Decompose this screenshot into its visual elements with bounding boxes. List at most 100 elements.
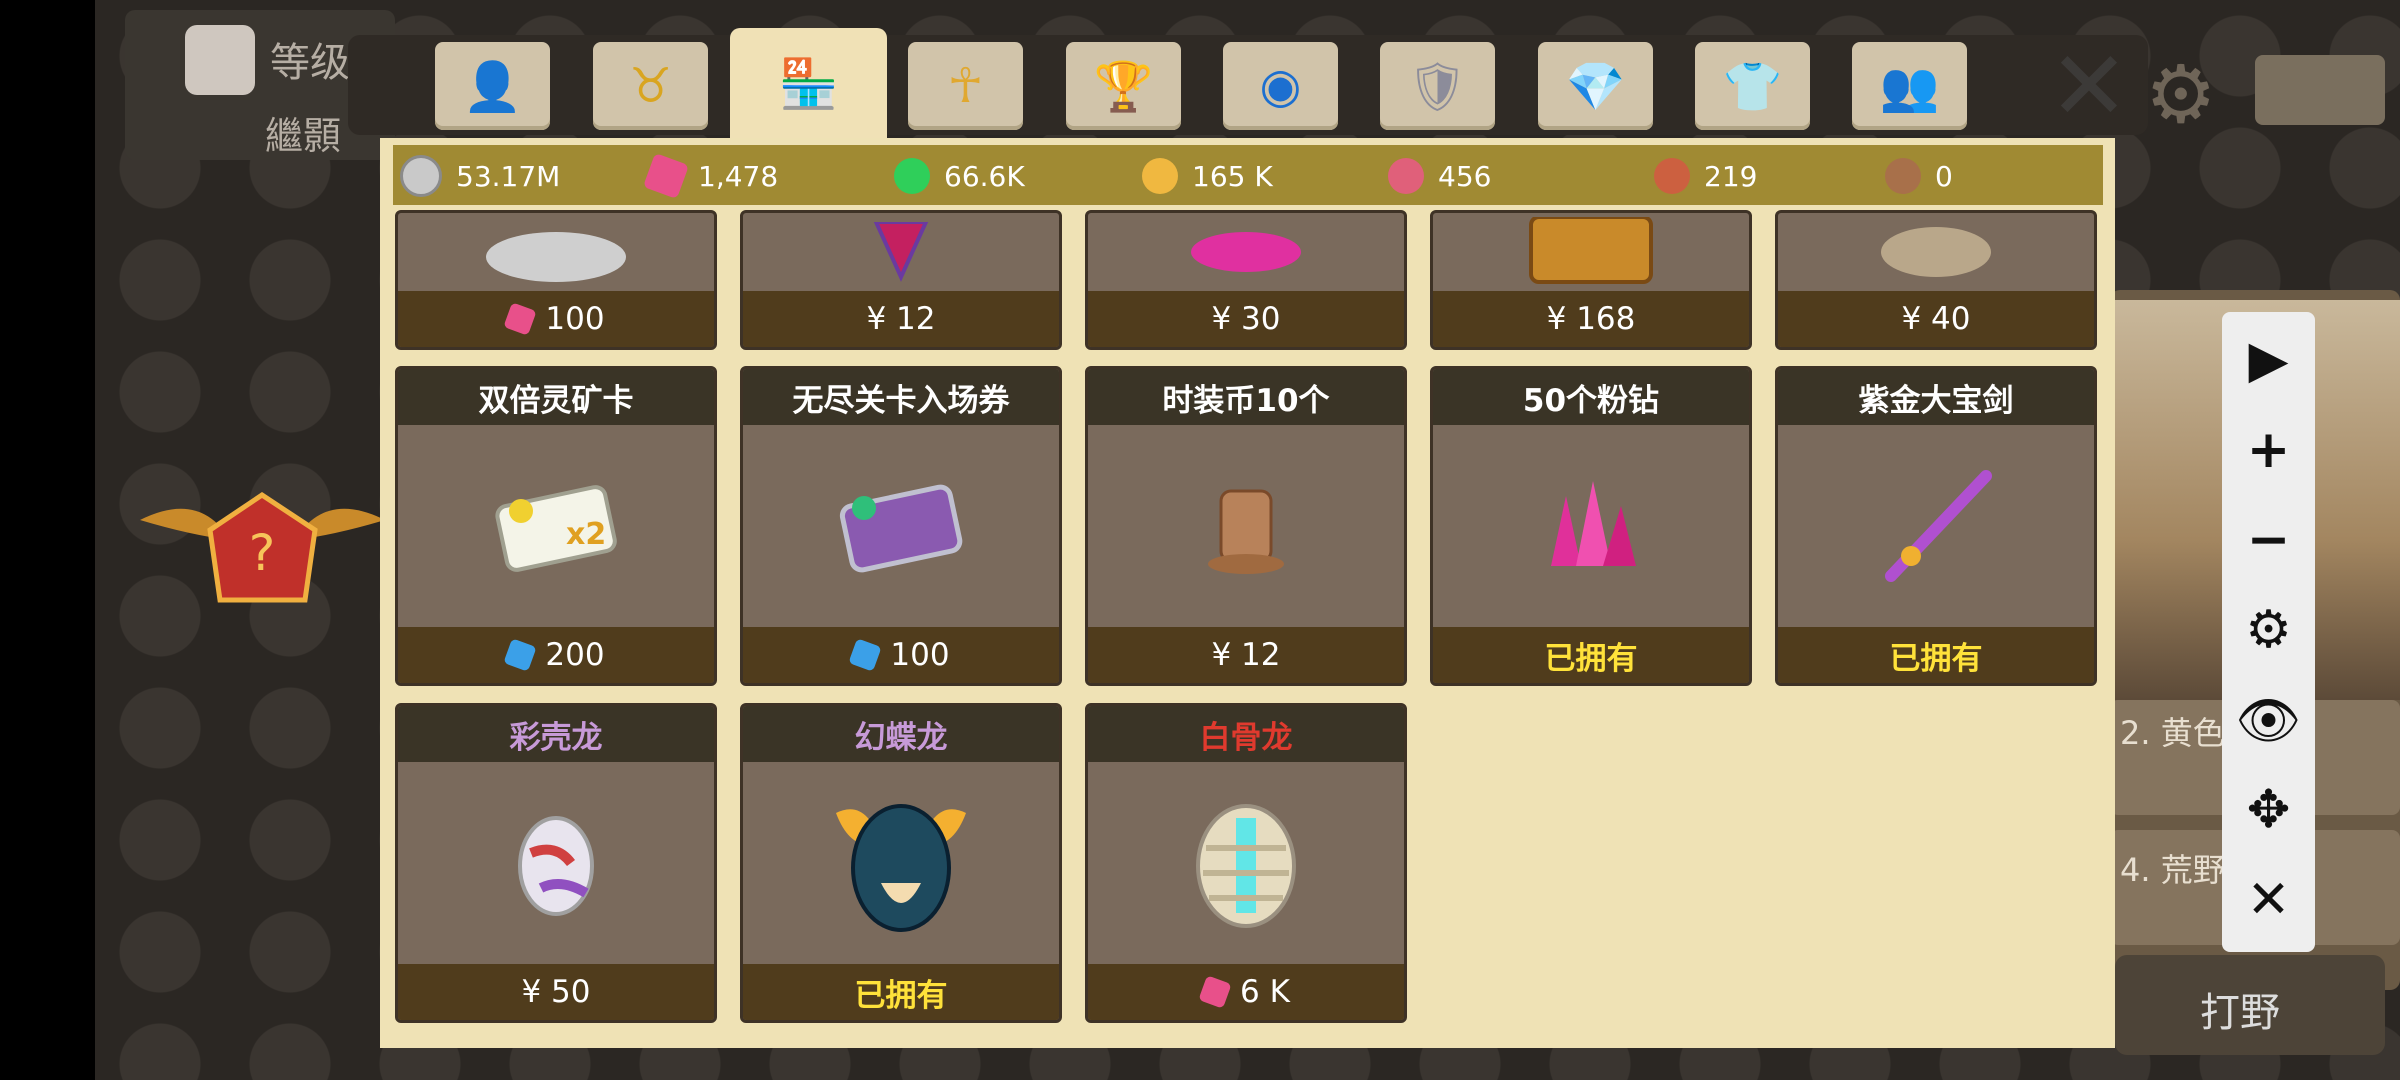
double-ticket-icon: x2 bbox=[398, 429, 714, 623]
visibility-button[interactable]: 👁 bbox=[2222, 675, 2315, 765]
silver-pile-icon bbox=[398, 213, 714, 291]
play-icon: ▶ bbox=[2248, 330, 2289, 390]
red-dragon-icon bbox=[1654, 158, 1690, 194]
entry-ticket-icon bbox=[743, 429, 1059, 623]
coin-stack-icon bbox=[1088, 429, 1404, 623]
close-overlay-button[interactable]: ✕ bbox=[2222, 855, 2315, 945]
person-icon: 👤 bbox=[462, 58, 523, 115]
tab-friends[interactable]: 👥 bbox=[1852, 42, 1967, 130]
currency-green-orb: 66.6K bbox=[894, 152, 1025, 200]
trophy-icon: 🏆 bbox=[1093, 58, 1154, 115]
pink-crystal-icon bbox=[1433, 429, 1749, 623]
item-price: ¥ 168 bbox=[1433, 291, 1749, 347]
item-price: 已拥有 bbox=[1778, 627, 2094, 683]
shirt-icon: 👕 bbox=[1722, 58, 1783, 115]
level-label: 等级 bbox=[270, 40, 350, 86]
svg-text:?: ? bbox=[249, 524, 276, 582]
bone-egg-icon bbox=[1088, 766, 1404, 960]
shop-item[interactable]: 100 bbox=[395, 210, 717, 350]
shop-item[interactable]: 彩壳龙 ¥ 50 bbox=[395, 703, 717, 1023]
dragon-head-icon: ♉ bbox=[628, 58, 673, 114]
close-button[interactable]: ✕ bbox=[2045, 30, 2133, 142]
item-price: 6 K bbox=[1088, 964, 1404, 1020]
zoom-out-button[interactable]: − bbox=[2222, 495, 2315, 585]
tab-shop[interactable]: 🏪 bbox=[730, 28, 887, 138]
eye-icon: 👁 bbox=[2235, 690, 2302, 751]
item-price: ¥ 12 bbox=[1088, 627, 1404, 683]
currency-pink-gem: 1,478 bbox=[642, 152, 778, 200]
ankh-icon: ☥ bbox=[947, 58, 984, 114]
pink-gem-icon bbox=[1198, 975, 1232, 1009]
item-price: ¥ 30 bbox=[1088, 291, 1404, 347]
item-price: 已拥有 bbox=[743, 964, 1059, 1020]
item-price: 已拥有 bbox=[1433, 627, 1749, 683]
silver-coin-icon bbox=[400, 155, 442, 197]
sword-icon bbox=[1778, 429, 2094, 623]
item-price: ¥ 50 bbox=[398, 964, 714, 1020]
shop-item[interactable]: 无尽关卡入场券 100 bbox=[740, 366, 1062, 686]
close-icon: ✕ bbox=[2246, 870, 2291, 930]
explore-button-label: 打野 bbox=[2200, 990, 2280, 1036]
tab-ankh[interactable]: ☥ bbox=[908, 42, 1023, 130]
svg-text:x2: x2 bbox=[566, 517, 606, 552]
tab-gem[interactable]: 💎 bbox=[1538, 42, 1653, 130]
green-orb-icon bbox=[894, 158, 930, 194]
item-title: 彩壳龙 bbox=[398, 706, 714, 762]
shop-item[interactable]: 时装币10个 ¥ 12 bbox=[1085, 366, 1407, 686]
shop-item[interactable]: ¥ 30 bbox=[1085, 210, 1407, 350]
item-title: 紫金大宝剑 bbox=[1778, 369, 2094, 425]
shop-item[interactable]: 紫金大宝剑 已拥有 bbox=[1775, 366, 2097, 686]
move-button[interactable]: ✥ bbox=[2222, 765, 2315, 855]
item-price: 200 bbox=[398, 627, 714, 683]
treasure-chest-icon bbox=[1433, 213, 1749, 291]
gold-dragon-icon bbox=[1142, 158, 1178, 194]
blue-gem-icon bbox=[848, 638, 883, 672]
item-title: 双倍灵矿卡 bbox=[398, 369, 714, 425]
tab-costume[interactable]: 👕 bbox=[1695, 42, 1810, 130]
shop-item[interactable]: 双倍灵矿卡 x2 200 bbox=[395, 366, 717, 686]
shop-item[interactable]: 白骨龙 6 K bbox=[1085, 703, 1407, 1023]
gear-icon: ⚙ bbox=[2245, 600, 2292, 660]
stage-card-label: 2. 黄色 bbox=[2120, 714, 2225, 752]
item-price: ¥ 40 bbox=[1778, 291, 2094, 347]
plus-icon: + bbox=[2246, 420, 2291, 480]
tab-dragon[interactable]: ♉ bbox=[593, 42, 708, 130]
shop-item[interactable]: ¥ 40 bbox=[1775, 210, 2097, 350]
item-title: 白骨龙 bbox=[1088, 706, 1404, 762]
armor-icon: 🛡 bbox=[1407, 58, 1468, 115]
shop-item[interactable]: 幻蝶龙 已拥有 bbox=[740, 703, 1062, 1023]
currency-red-dragon: 219 bbox=[1654, 152, 1757, 200]
player-name: 繼顥 bbox=[265, 114, 342, 158]
blue-gem-icon bbox=[503, 638, 538, 672]
currency-pink-dragon: 456 bbox=[1388, 152, 1491, 200]
tab-orb[interactable]: ◉ bbox=[1223, 42, 1338, 130]
winged-emblem-icon: ? bbox=[140, 491, 385, 603]
play-button[interactable]: ▶ bbox=[2222, 315, 2315, 405]
item-price: 100 bbox=[743, 627, 1059, 683]
shop-item[interactable]: ¥ 168 bbox=[1430, 210, 1752, 350]
pink-gem-icon bbox=[503, 302, 538, 336]
tab-profile[interactable]: 👤 bbox=[435, 42, 550, 130]
pink-dragon-icon bbox=[1388, 158, 1424, 194]
painted-egg-icon bbox=[398, 766, 714, 960]
gear-icon[interactable]: ⚙ bbox=[2145, 55, 2217, 135]
shop-item[interactable]: 50个粉钻 已拥有 bbox=[1430, 366, 1752, 686]
settings-button[interactable]: ⚙ bbox=[2222, 585, 2315, 675]
item-price: 100 bbox=[398, 291, 714, 347]
tab-armor[interactable]: 🛡 bbox=[1380, 42, 1495, 130]
currency-silver: 53.17M bbox=[400, 152, 560, 200]
zoom-in-button[interactable]: + bbox=[2222, 405, 2315, 495]
mail-icon[interactable] bbox=[2255, 55, 2385, 125]
sack-icon bbox=[1778, 213, 2094, 291]
pink-gem-icon bbox=[642, 152, 690, 200]
friends-icon: 👥 bbox=[1879, 58, 1940, 115]
pink-crystal-icon bbox=[1088, 213, 1404, 291]
avatar[interactable] bbox=[185, 25, 255, 95]
tab-trophy[interactable]: 🏆 bbox=[1066, 42, 1181, 130]
item-title: 幻蝶龙 bbox=[743, 706, 1059, 762]
move-icon: ✥ bbox=[2246, 780, 2291, 840]
item-title: 无尽关卡入场券 bbox=[743, 369, 1059, 425]
ruby-gem-icon bbox=[743, 213, 1059, 291]
shop-item[interactable]: ¥ 12 bbox=[740, 210, 1062, 350]
currency-coin: 0 bbox=[1885, 152, 1953, 200]
